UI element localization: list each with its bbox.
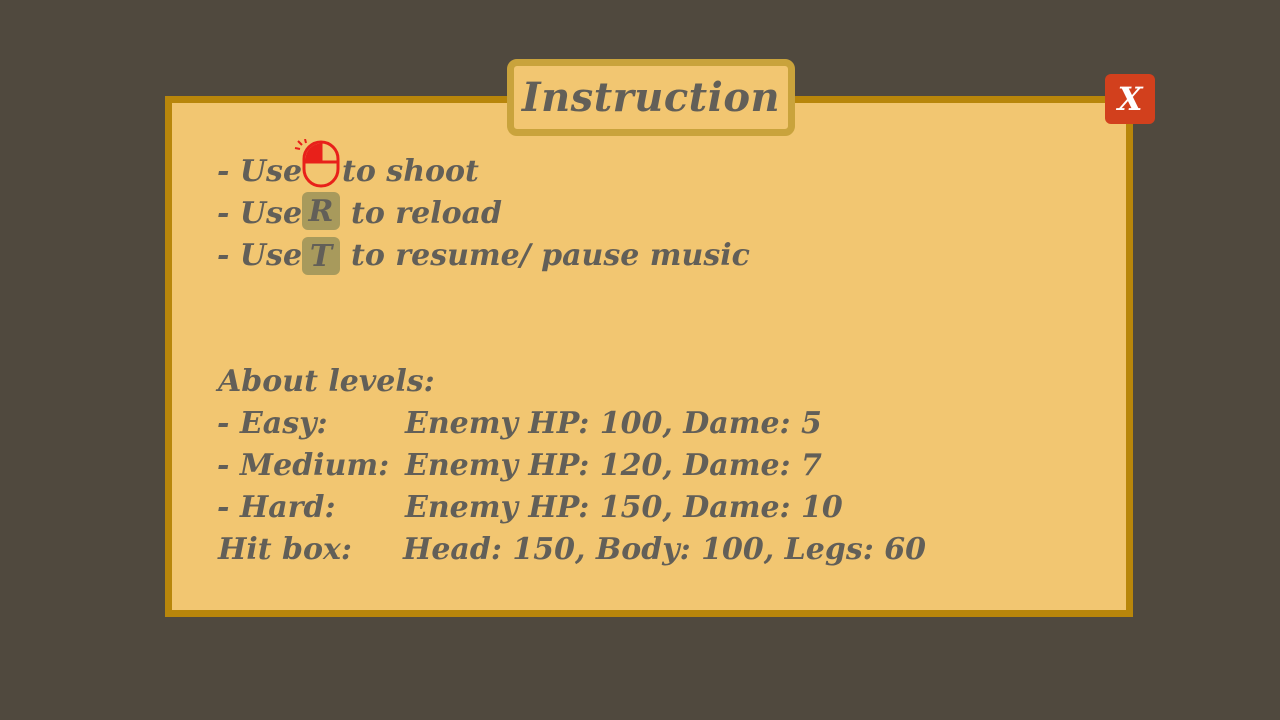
control-reload-prefix: - Use [217,196,303,231]
key-t-icon: T [302,237,340,275]
hitbox-value: Head: 150, Body: 100, Legs: 60 [403,532,926,567]
level-hard-value: Enemy HP: 150, Dame: 10 [405,490,843,525]
control-shoot-prefix: - Use [217,154,303,189]
level-easy-label: - Easy: [217,406,328,441]
instruction-screen: Instruction X - Use to shoot - Use R to … [0,0,1280,720]
level-easy-value: Enemy HP: 100, Dame: 5 [405,406,822,441]
mouse-left-click-icon [294,139,340,188]
level-hard-label: - Hard: [217,490,336,525]
control-music-action: to resume/ pause music [351,238,750,273]
close-button[interactable]: X [1105,74,1155,124]
dialog-title: Instruction [521,74,781,121]
level-medium-value: Enemy HP: 120, Dame: 7 [405,448,822,483]
key-r-icon: R [302,192,340,230]
control-shoot-action: to shoot [342,154,479,189]
control-music-prefix: - Use [217,238,303,273]
levels-heading: About levels: [218,364,435,399]
hitbox-label: Hit box: [218,532,352,567]
title-tab: Instruction [507,59,795,136]
close-icon: X [1117,80,1143,118]
level-medium-label: - Medium: [217,448,390,483]
control-reload-action: to reload [351,196,503,231]
